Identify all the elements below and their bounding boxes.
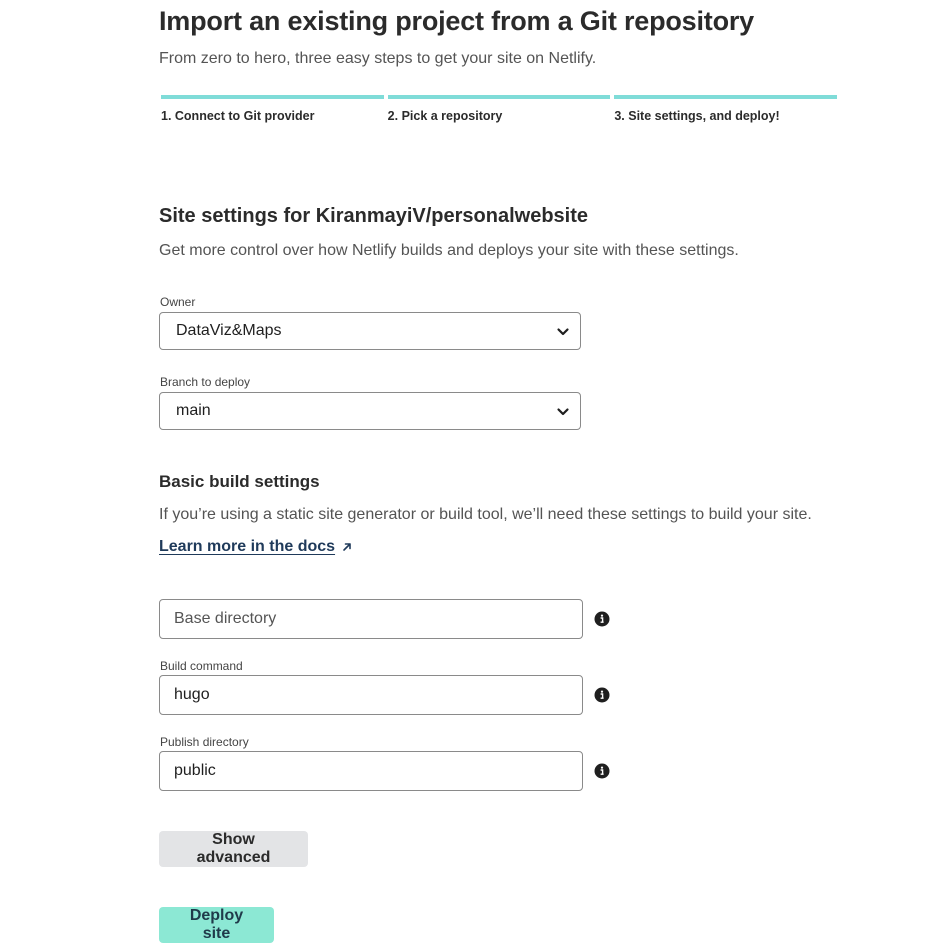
build-command-label: Build command [160, 659, 243, 673]
page-subtitle: From zero to hero, three easy steps to g… [159, 50, 597, 67]
step-site-settings: 3. Site settings, and deploy! [614, 95, 838, 123]
build-settings-description: If you’re using a static site generator … [159, 506, 812, 523]
docs-link[interactable]: Learn more in the docs [159, 538, 335, 556]
base-directory-input[interactable] [159, 599, 583, 639]
page: Import an existing project from a Git re… [0, 0, 937, 948]
step-pick-repository: 2. Pick a repository [387, 95, 611, 123]
site-settings-description: Get more control over how Netlify builds… [159, 242, 739, 259]
deploy-site-button[interactable]: Deploy site [159, 907, 274, 943]
chevron-down-icon [557, 408, 569, 416]
publish-directory-label: Publish directory [160, 735, 249, 749]
external-link-arrow-icon [343, 543, 351, 551]
branch-label: Branch to deploy [160, 375, 251, 389]
owner-select[interactable]: DataViz&Maps [159, 312, 581, 350]
chevron-down-icon [557, 328, 569, 336]
publish-directory-input[interactable] [159, 751, 583, 791]
info-icon[interactable] [594, 611, 610, 627]
step-progress: 1. Connect to Git provider 2. Pick a rep… [161, 95, 838, 123]
info-icon[interactable] [594, 763, 610, 779]
owner-select-value: DataViz&Maps [176, 322, 282, 339]
step-connect-git: 1. Connect to Git provider [161, 95, 384, 123]
owner-label: Owner [160, 295, 196, 309]
build-settings-title: Basic build settings [159, 472, 320, 491]
build-command-input[interactable] [159, 675, 583, 715]
site-settings-title: Site settings for KiranmayiV/personalweb… [159, 205, 589, 227]
show-advanced-button[interactable]: Show advanced [159, 831, 308, 867]
page-title: Import an existing project from a Git re… [159, 6, 754, 36]
info-icon[interactable] [594, 687, 610, 703]
branch-select-value: main [176, 402, 211, 419]
branch-select[interactable]: main [159, 392, 581, 430]
